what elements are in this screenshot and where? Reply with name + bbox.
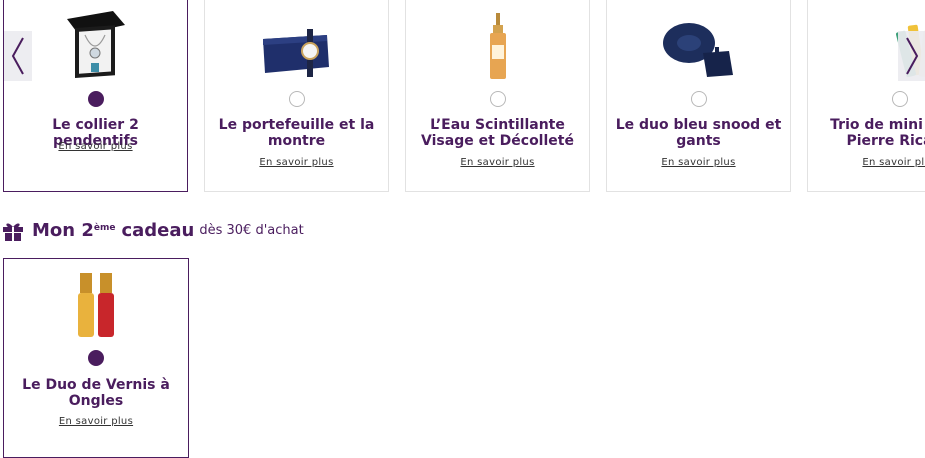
product-card-serum[interactable]: L’Eau Scintillante Visage et Décolleté E… [405, 0, 590, 192]
product-card-nail-polish[interactable]: Le Duo de Vernis à Ongles En savoir plus [3, 258, 189, 458]
gift-icon [3, 223, 23, 241]
product-card-mini-tubes[interactable]: Trio de mini soins Pierre Ricaud En savo… [807, 0, 925, 192]
chevron-left-icon [11, 37, 24, 75]
wallet-watch-image [205, 5, 388, 81]
second-gift-heading: Mon 2 ème cadeau dès 30€ d'achat [2, 219, 304, 241]
product-radio-selected[interactable] [88, 350, 104, 366]
product-radio[interactable] [489, 91, 506, 107]
product-radio[interactable] [891, 91, 908, 107]
learn-more-link[interactable]: En savoir plus [4, 416, 188, 427]
product-radio[interactable] [288, 91, 305, 107]
chevron-right-icon [906, 37, 919, 75]
product-radio[interactable] [690, 91, 707, 107]
heading-bold: cadeau [121, 219, 195, 241]
carousel-prev-button[interactable] [4, 31, 32, 81]
heading-prefix: Mon 2 [32, 219, 94, 241]
product-title: Le portefeuille et la montre [218, 117, 375, 149]
learn-more-link[interactable]: En savoir plus [607, 157, 790, 168]
product-title: Le Duo de Vernis à Ongles [22, 377, 170, 409]
learn-more-link[interactable]: En savoir plus [205, 157, 388, 168]
snood-gloves-image [607, 5, 790, 81]
gift-carousel: Le collier 2 pendentifs En savoir plus L… [0, 0, 925, 194]
serum-bottle-image [406, 5, 589, 81]
product-card-wallet-watch[interactable]: Le portefeuille et la montre En savoir p… [204, 0, 389, 192]
product-card-necklace[interactable]: Le collier 2 pendentifs En savoir plus [3, 0, 188, 192]
heading-superscript: ème [93, 223, 116, 233]
learn-more-link[interactable]: En savoir plus [808, 157, 925, 168]
product-title: Le duo bleu snood et gants [615, 117, 782, 149]
learn-more-link[interactable]: En savoir plus [406, 157, 589, 168]
nail-polish-duo-image [4, 271, 188, 341]
product-card-snood-gloves[interactable]: Le duo bleu snood et gants En savoir plu… [606, 0, 791, 192]
heading-suffix: dès 30€ d'achat [199, 222, 304, 238]
carousel-next-button[interactable] [898, 31, 925, 81]
product-title: L’Eau Scintillante Visage et Décolleté [421, 117, 574, 149]
learn-more-link[interactable]: En savoir plus [4, 141, 187, 152]
product-title: Trio de mini soins Pierre Ricaud [830, 117, 925, 149]
product-radio-selected[interactable] [87, 91, 104, 107]
